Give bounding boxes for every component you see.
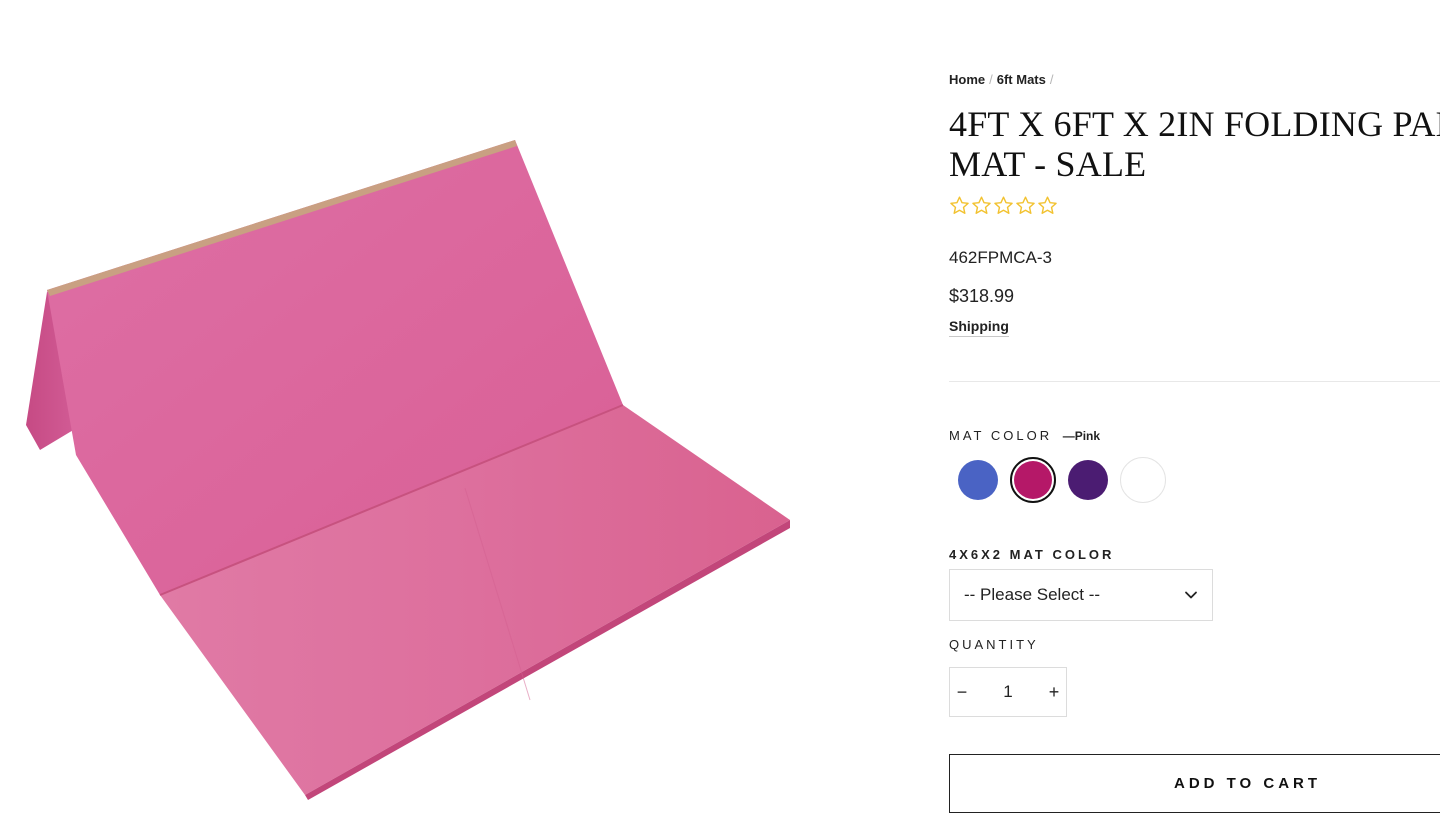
- mat-4x6x2-color-select-value: -- Please Select --: [964, 585, 1101, 604]
- star-empty-icon: [1037, 195, 1058, 216]
- mat-color-selected-prefix: —: [1062, 429, 1075, 443]
- breadcrumb-separator: /: [989, 72, 993, 87]
- product-rating[interactable]: [949, 195, 1058, 216]
- swatch-pink[interactable]: [1010, 457, 1056, 503]
- product-price: $318.99: [949, 286, 1015, 306]
- star-empty-icon: [949, 195, 970, 216]
- swatch-pink-fill: [1014, 461, 1052, 499]
- star-empty-icon: [993, 195, 1014, 216]
- swatch-blue-fill: [958, 460, 998, 500]
- quantity-label: QUANTITY: [949, 637, 1039, 652]
- mat-color-label: MAT COLOR —Pink: [949, 428, 1100, 443]
- quantity-decrement-button[interactable]: −: [950, 668, 974, 716]
- mat-4x6x2-color-label: 4X6X2 MAT COLOR: [949, 547, 1115, 562]
- add-to-cart-button[interactable]: ADD TO CART: [949, 754, 1440, 813]
- breadcrumb: Home/6ft Mats /: [949, 72, 1058, 87]
- product-title: 4FT X 6FT X 2IN FOLDING PANEL MAT - SALE: [949, 104, 1440, 184]
- breadcrumb-separator: /: [1049, 72, 1054, 87]
- swatch-white-fill: [1120, 457, 1166, 503]
- folding-mat-image: [26, 140, 790, 800]
- swatch-white[interactable]: [1120, 457, 1166, 503]
- product-info: Home/6ft Mats/ 4FT X 6FT X 2IN FOLDING P…: [949, 0, 1440, 820]
- swatch-blue[interactable]: [955, 457, 1001, 503]
- swatch-purple-fill: [1068, 460, 1108, 500]
- breadcrumb-home-link[interactable]: Home: [949, 72, 985, 87]
- quantity-stepper: − +: [949, 667, 1067, 717]
- add-to-cart-label: ADD TO CART: [1174, 775, 1322, 792]
- mat-color-label-text: MAT COLOR: [949, 428, 1053, 443]
- mat-color-selected: —Pink: [1063, 429, 1100, 443]
- shipping-link[interactable]: Shipping: [949, 318, 1009, 337]
- mat-4x6x2-color-select[interactable]: -- Please Select --: [949, 569, 1213, 621]
- quantity-increment-button[interactable]: +: [1042, 668, 1066, 716]
- mat-color-selected-value: Pink: [1074, 429, 1101, 443]
- product-page: Home/6ft Mats/ 4FT X 6FT X 2IN FOLDING P…: [0, 0, 1440, 820]
- star-empty-icon: [971, 195, 992, 216]
- breadcrumb-6ft-mats-link[interactable]: 6ft Mats: [997, 72, 1046, 87]
- mat-color-swatches: [955, 457, 1166, 503]
- quantity-input[interactable]: [974, 668, 1042, 716]
- product-sku: 462FPMCA-3: [949, 248, 1052, 267]
- divider: [949, 381, 1440, 382]
- chevron-down-icon: [1184, 588, 1198, 602]
- swatch-purple[interactable]: [1065, 457, 1111, 503]
- product-image[interactable]: [0, 0, 900, 820]
- star-empty-icon: [1015, 195, 1036, 216]
